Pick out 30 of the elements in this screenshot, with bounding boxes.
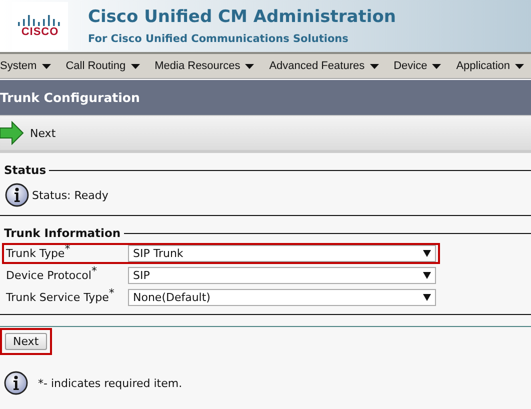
menu-item[interactable]: System [0,60,51,72]
menu-item[interactable]: Media Resources [154,60,254,72]
caret-icon [370,64,379,68]
dropdown-field[interactable]: None(Default) [128,289,436,306]
menu-item[interactable]: Call Routing [66,60,140,72]
menu-item[interactable]: Advanced Features [269,60,379,72]
next-button[interactable]: Next [5,333,47,350]
caret-icon [42,64,51,68]
app-subtitle: For Cisco Unified Communications Solutions [88,33,350,45]
info-icon [4,371,28,395]
status-text: Status: Ready [32,188,108,202]
dropdown-field[interactable]: SIP [128,267,436,284]
info-icon [5,183,29,207]
menu-item[interactable]: Device [394,60,442,72]
app-title: Cisco Unified CM Administration [88,7,396,27]
caret-icon [245,64,254,68]
dropdown-arrow-icon [423,272,431,279]
next-arrow-icon[interactable] [0,121,24,145]
dropdown-arrow-icon [423,294,431,301]
required-note: *- indicates required item. [38,376,182,390]
caret-icon [130,64,140,68]
section-legend: Trunk Information [0,226,531,240]
menu-item[interactable]: Application [456,60,524,72]
dropdown-field[interactable]: SIP Trunk [128,245,436,262]
caret-icon [515,64,524,68]
section-legend: Status [0,163,531,177]
dropdown-arrow-icon [423,250,431,257]
caret-icon [432,64,442,68]
next-link[interactable]: Next [30,126,56,140]
page-title: Trunk Configuration [0,79,531,115]
